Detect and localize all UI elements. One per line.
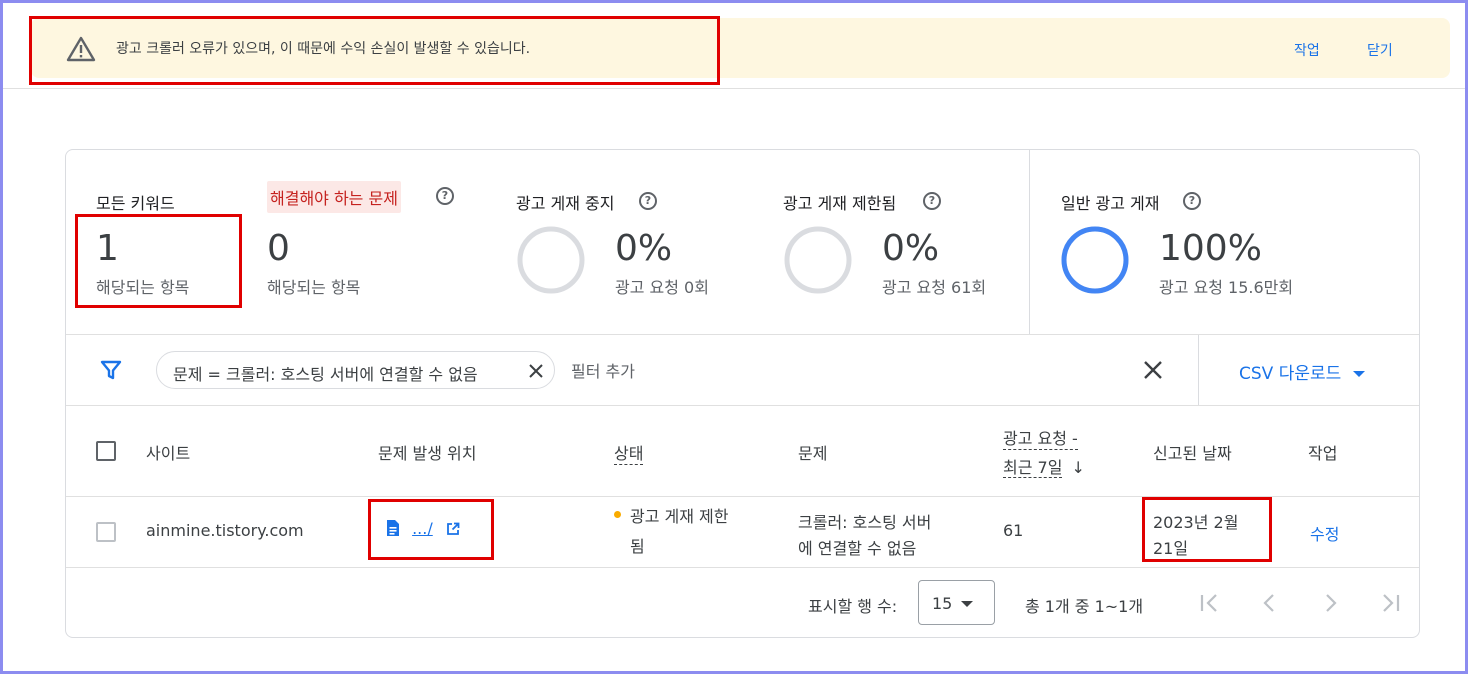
- next-page-icon[interactable]: [1318, 591, 1342, 615]
- header-issue[interactable]: 문제: [798, 440, 827, 464]
- row-date-line2: 21일: [1153, 539, 1189, 558]
- first-page-icon[interactable]: [1198, 591, 1222, 615]
- rows-per-page-value: 15: [932, 594, 953, 613]
- header-action: 작업: [1308, 444, 1338, 463]
- alert-dismiss-button[interactable]: 닫기: [1367, 40, 1393, 60]
- filter-chip-label: 문제 = 크롤러: 호스팅 서버에 연결할 수 없음: [173, 365, 478, 384]
- stat-stopped-percent: 0%: [615, 228, 673, 269]
- sort-descending-icon: ↓: [1071, 458, 1085, 477]
- stats-divider: [1029, 150, 1030, 334]
- row-ad-requests: 61: [1003, 521, 1024, 540]
- header-ad-requests-line1[interactable]: 광고 요청 -: [1003, 425, 1078, 450]
- stat-normal-sub: 광고 요청 15.6만회: [1159, 278, 1294, 297]
- stat-issues-sub: 해당되는 항목: [267, 278, 361, 297]
- last-page-icon[interactable]: [1378, 591, 1402, 615]
- row-issue-line1: 크롤러: 호스팅 서버: [798, 513, 932, 532]
- row-location-link[interactable]: .../: [385, 519, 460, 538]
- header-ad-requests-line2-wrap[interactable]: 최근 7일 ↓: [1003, 454, 1085, 478]
- row-bottom-divider: [66, 567, 1419, 568]
- stat-limited-sub: 광고 요청 61회: [882, 278, 987, 297]
- stat-issues-value: 0: [267, 228, 290, 269]
- rows-per-page-label: 표시할 행 수:: [808, 597, 898, 616]
- select-all-checkbox[interactable]: [96, 441, 116, 461]
- remove-chip-icon[interactable]: [528, 363, 544, 379]
- row-site: ainmine.tistory.com: [146, 521, 304, 540]
- clear-filters-icon[interactable]: [1143, 360, 1163, 380]
- dropdown-arrow-icon: [1352, 371, 1365, 377]
- stats-bottom-divider: [66, 334, 1419, 335]
- stat-limited-label[interactable]: 광고 게재 제한됨: [783, 190, 896, 214]
- alert-message: 광고 크롤러 오류가 있으며, 이 때문에 수익 손실이 발생할 수 있습니다.: [116, 41, 531, 57]
- stopped-gauge: [517, 226, 585, 294]
- csv-divider: [1198, 335, 1199, 405]
- stat-normal-label[interactable]: 일반 광고 게재: [1061, 190, 1160, 214]
- header-location[interactable]: 문제 발생 위치: [378, 440, 477, 464]
- csv-download-label: CSV 다운로드: [1239, 364, 1342, 384]
- row-checkbox[interactable]: [96, 522, 116, 542]
- header-divider: [3, 88, 1465, 89]
- document-icon: [387, 520, 399, 536]
- normal-gauge: [1061, 226, 1129, 294]
- pagination-range: 총 1개 중 1~1개: [1025, 597, 1144, 616]
- stat-all-keywords-value: 1: [96, 228, 119, 269]
- row-issue-line2: 에 연결할 수 없음: [798, 539, 917, 558]
- csv-download-button[interactable]: CSV 다운로드: [1239, 359, 1365, 384]
- stat-all-keywords-sub: 해당되는 항목: [96, 278, 190, 297]
- filter-icon[interactable]: [100, 359, 122, 381]
- stat-limited-percent: 0%: [882, 228, 940, 269]
- dropdown-arrow-icon: [961, 601, 973, 607]
- rows-per-page-select[interactable]: 15: [918, 580, 995, 625]
- add-filter-input[interactable]: 필터 추가: [571, 358, 635, 382]
- row-edit-link[interactable]: 수정: [1310, 521, 1339, 545]
- previous-page-icon[interactable]: [1258, 591, 1282, 615]
- header-status[interactable]: 상태: [614, 440, 644, 465]
- filter-bottom-divider: [66, 405, 1419, 406]
- issues-card: [65, 149, 1420, 638]
- header-site[interactable]: 사이트: [146, 440, 190, 464]
- stat-normal-percent: 100%: [1159, 228, 1262, 269]
- row-status-line1: 광고 게재 제한: [630, 507, 729, 526]
- row-location-text: .../: [412, 519, 433, 538]
- help-icon[interactable]: ?: [436, 187, 454, 205]
- filter-chip[interactable]: 문제 = 크롤러: 호스팅 서버에 연결할 수 없음: [156, 351, 555, 389]
- row-date-line1: 2023년 2월: [1153, 513, 1239, 532]
- header-bottom-divider: [66, 496, 1419, 497]
- alert-action-button[interactable]: 작업: [1294, 40, 1320, 60]
- stat-issues-label[interactable]: 해결해야 하는 문제: [267, 181, 401, 213]
- help-icon[interactable]: ?: [639, 192, 657, 210]
- help-icon[interactable]: ?: [1183, 192, 1201, 210]
- external-link-icon: [446, 522, 460, 535]
- row-status-line2: 됨: [630, 537, 645, 556]
- status-dot: [614, 511, 621, 518]
- header-ad-requests-line2: 최근 7일: [1003, 458, 1063, 478]
- limited-gauge: [784, 226, 852, 294]
- help-icon[interactable]: ?: [923, 192, 941, 210]
- stat-stopped-label[interactable]: 광고 게재 중지: [516, 190, 615, 214]
- stat-stopped-sub: 광고 요청 0회: [615, 278, 709, 297]
- stat-all-keywords-label[interactable]: 모든 키워드: [96, 190, 175, 214]
- warning-icon: [66, 36, 96, 62]
- header-reported-date[interactable]: 신고된 날짜: [1153, 440, 1232, 464]
